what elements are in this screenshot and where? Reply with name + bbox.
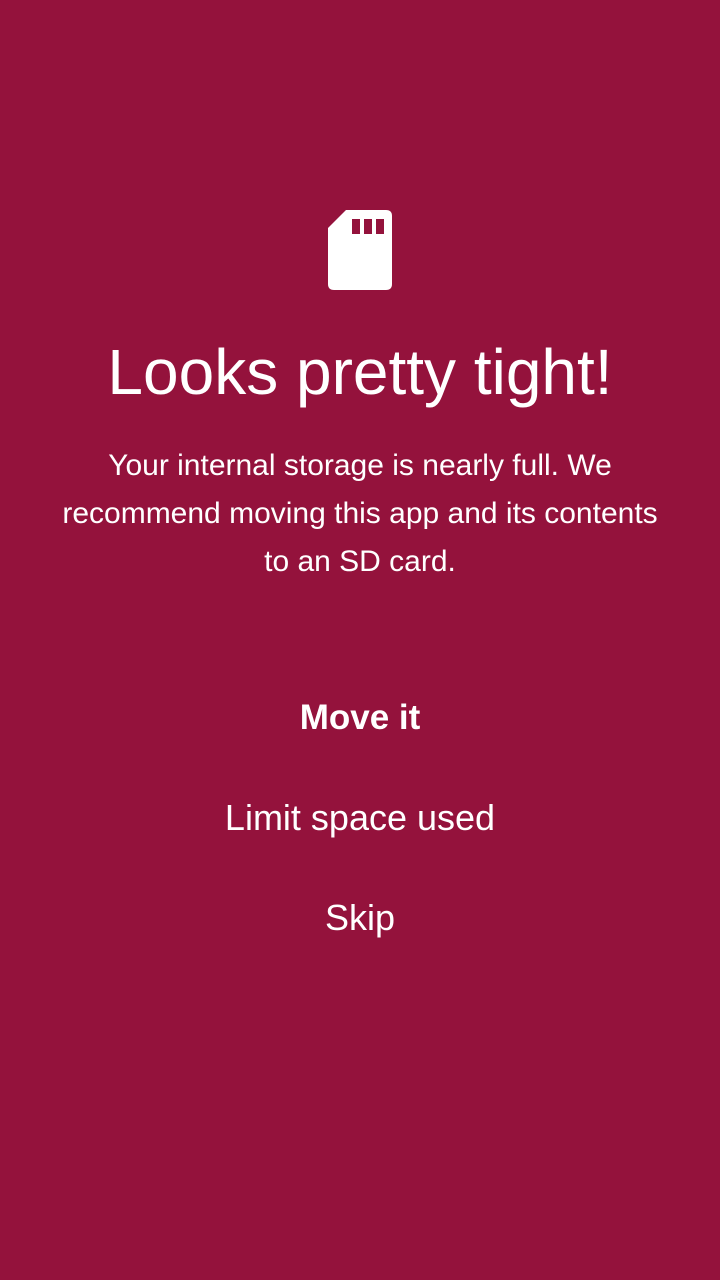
storage-message: Your internal storage is nearly full. We…: [62, 449, 658, 578]
move-it-button[interactable]: Move it: [160, 688, 560, 748]
sd-card-icon: [328, 210, 392, 290]
page-title: Looks pretty tight!: [107, 336, 613, 408]
limit-space-used-button[interactable]: Limit space used: [160, 788, 560, 848]
skip-button[interactable]: Skip: [160, 888, 560, 948]
